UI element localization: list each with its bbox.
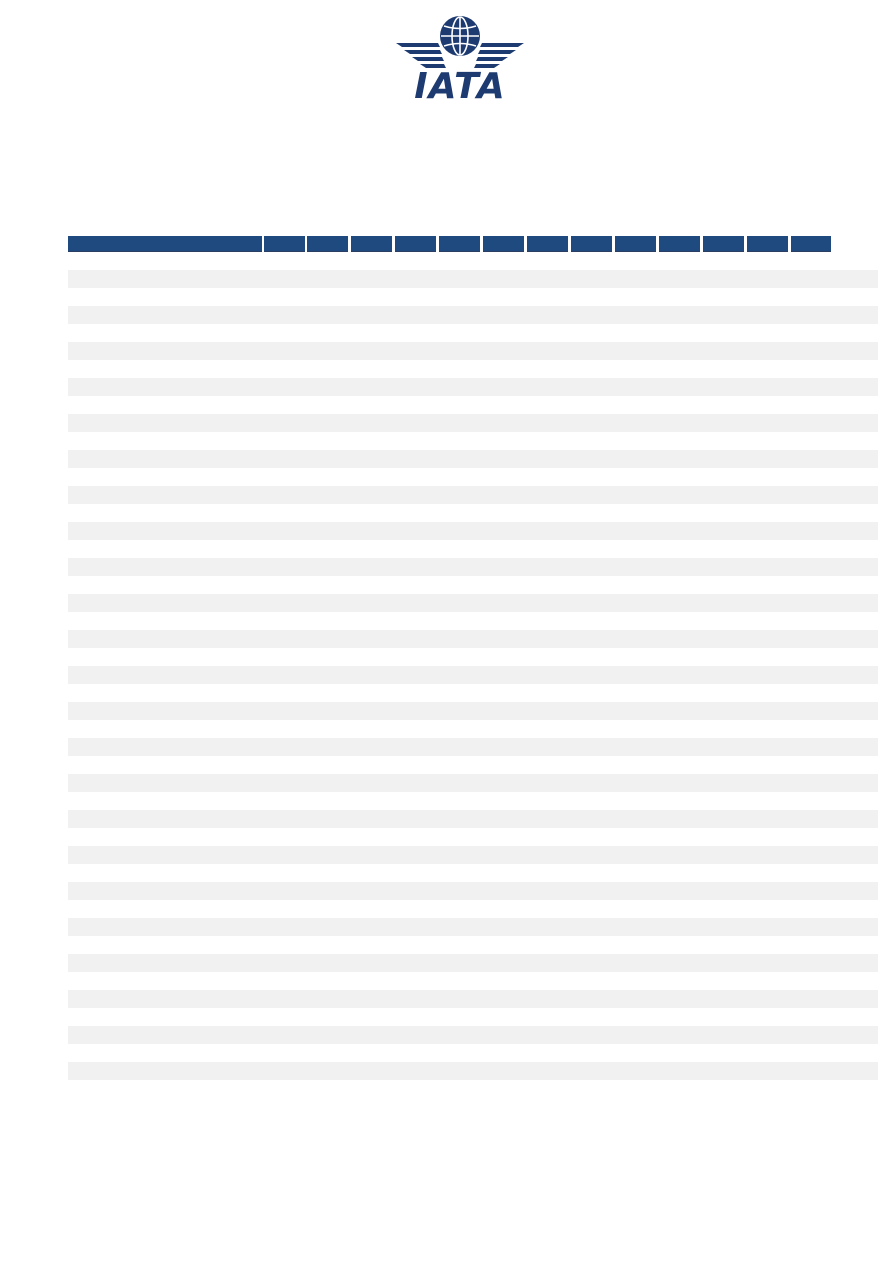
header-cell-8	[571, 236, 612, 252]
table-row	[68, 666, 878, 684]
table-row	[68, 1062, 878, 1080]
table-row	[68, 774, 878, 792]
header-cell-13	[791, 236, 831, 252]
table-row	[68, 954, 878, 972]
header-cell-10	[659, 236, 700, 252]
table-row	[68, 702, 878, 720]
left-wing-icon	[396, 43, 446, 68]
table-row	[68, 342, 878, 360]
header-cell-4	[395, 236, 436, 252]
header-cell-5	[439, 236, 480, 252]
table-row	[68, 306, 878, 324]
table-row	[68, 738, 878, 756]
header-cell-3	[351, 236, 392, 252]
iata-wordmark: IATA	[414, 66, 505, 100]
table-row	[68, 630, 878, 648]
table-row	[68, 594, 878, 612]
header-cell-7	[527, 236, 568, 252]
header-cell-9	[615, 236, 656, 252]
table-row	[68, 558, 878, 576]
right-wing-icon	[474, 43, 524, 68]
header-cell-11	[703, 236, 744, 252]
table-row	[68, 846, 878, 864]
header-cell-label	[68, 236, 262, 252]
table-body	[68, 270, 878, 1080]
iata-logo: IATA	[394, 14, 526, 107]
globe-icon	[440, 16, 480, 56]
table-row	[68, 378, 878, 396]
table-row	[68, 810, 878, 828]
header-cell-1	[264, 236, 305, 252]
table-row	[68, 990, 878, 1008]
table-row	[68, 918, 878, 936]
globe-wings-icon: IATA	[396, 16, 524, 107]
data-table	[68, 236, 878, 1098]
header-cell-6	[483, 236, 524, 252]
table-row	[68, 1026, 878, 1044]
table-row	[68, 414, 878, 432]
header-cell-12	[747, 236, 788, 252]
table-row	[68, 270, 878, 288]
table-row	[68, 882, 878, 900]
table-header-row	[68, 236, 878, 253]
table-row	[68, 450, 878, 468]
header-cell-2	[307, 236, 348, 252]
table-row	[68, 522, 878, 540]
table-row	[68, 486, 878, 504]
